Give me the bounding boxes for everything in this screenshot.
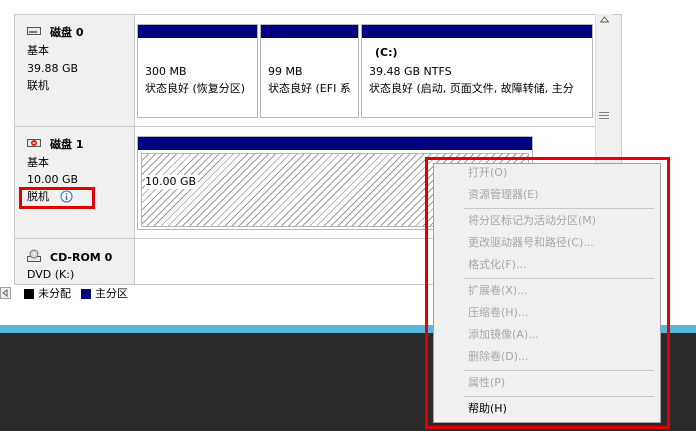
scroll-left-button[interactable] (0, 287, 11, 299)
disk0-status: 联机 (27, 79, 49, 92)
scroll-left-arrow-icon (2, 289, 8, 297)
legend-primary-swatch (81, 289, 91, 299)
partition-size: 39.48 GB NTFS (369, 65, 452, 78)
partition-size: 300 MB (145, 65, 187, 78)
partition-size: 10.00 GB (145, 175, 199, 189)
cdrom-name: CD-ROM 0 (50, 251, 113, 264)
partition-status: 状态良好 (EFI 系 (268, 82, 351, 95)
highlight-context-menu (425, 157, 670, 429)
hard-disk-icon (27, 27, 41, 35)
disk0-name: 磁盘 0 (50, 26, 84, 39)
partition-status: 状态良好 (恢复分区) (145, 82, 246, 95)
legend-primary-label: 主分区 (95, 287, 128, 300)
cdrom-icon (27, 249, 41, 262)
disk1-size: 10.00 GB (27, 173, 79, 186)
disk0-partitions: 300 MB 状态良好 (恢复分区) 99 MB 状态良好 (EFI 系 (C:… (135, 15, 595, 127)
primary-partition-bar (138, 137, 532, 150)
legend-unallocated-swatch (24, 289, 34, 299)
highlight-offline-status (19, 187, 95, 209)
scroll-up-arrow-icon[interactable] (600, 16, 609, 23)
partition-label: (C:) (375, 46, 398, 59)
primary-partition-bar (362, 25, 592, 38)
partition-c-drive[interactable]: (C:) 39.48 GB NTFS 状态良好 (启动, 页面文件, 故障转储,… (361, 24, 593, 118)
partition-recovery[interactable]: 300 MB 状态良好 (恢复分区) (137, 24, 258, 118)
scrollbar-thumb-grip[interactable] (599, 111, 609, 120)
primary-partition-bar (138, 25, 257, 38)
disk1-type: 基本 (27, 156, 49, 169)
disk0-size: 39.88 GB (27, 62, 79, 75)
partition-size: 99 MB (268, 65, 303, 78)
partition-status: 状态良好 (启动, 页面文件, 故障转储, 主分 (369, 82, 574, 95)
legend-unallocated-label: 未分配 (38, 287, 71, 300)
primary-partition-bar (261, 25, 358, 38)
disk1-name: 磁盘 1 (50, 138, 84, 151)
hard-disk-offline-icon (27, 139, 41, 147)
cdrom-type: DVD (K:) (27, 268, 75, 281)
partition-efi[interactable]: 99 MB 状态良好 (EFI 系 (260, 24, 359, 118)
disk0-info[interactable]: 磁盘 0 基本 39.88 GB 联机 (15, 15, 135, 127)
disk1-info[interactable]: 磁盘 1 基本 10.00 GB 脱机 (15, 127, 135, 239)
disk0-type: 基本 (27, 44, 49, 57)
